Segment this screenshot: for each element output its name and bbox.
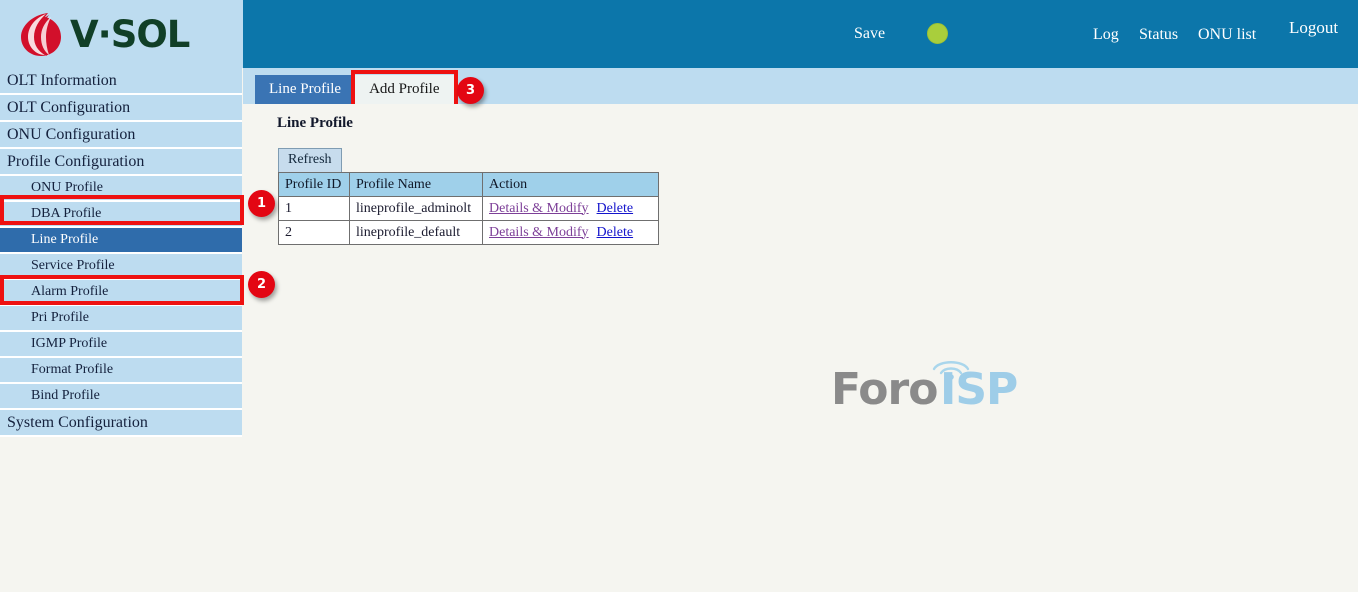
tab-list: Line Profile Add Profile <box>255 75 454 104</box>
annotation-badge-2: 2 <box>248 271 275 298</box>
onu-list-link[interactable]: ONU list <box>1198 26 1256 44</box>
sidebar-item-pri-profile[interactable]: Pri Profile <box>0 306 242 332</box>
cell-profile-name: lineprofile_adminolt <box>350 197 483 221</box>
page-title: Line Profile <box>277 115 353 132</box>
sidebar-item-onu-profile[interactable]: ONU Profile <box>0 176 242 202</box>
content-panel: Line Profile Refresh Profile ID Profile … <box>243 104 1358 592</box>
sidebar-item-line-profile[interactable]: Line Profile <box>0 228 242 254</box>
sidebar-item-bind-profile[interactable]: Bind Profile <box>0 384 242 410</box>
details-modify-link[interactable]: Details & Modify <box>489 201 589 216</box>
refresh-button[interactable]: Refresh <box>278 148 342 172</box>
cell-action: Details & Modify Delete <box>483 197 659 221</box>
line-profile-table: Profile ID Profile Name Action 1 linepro… <box>278 172 659 245</box>
cell-profile-name: lineprofile_default <box>350 221 483 245</box>
tab-add-profile-wrapper: Add Profile <box>355 75 453 104</box>
sidebar-item-system-configuration[interactable]: System Configuration <box>0 410 242 437</box>
sidebar-item-format-profile[interactable]: Format Profile <box>0 358 242 384</box>
sidebar-item-service-profile[interactable]: Service Profile <box>0 254 242 280</box>
table-header-row: Profile ID Profile Name Action <box>279 173 659 197</box>
annotation-badge-3: 3 <box>457 77 484 104</box>
sidebar-item-igmp-profile[interactable]: IGMP Profile <box>0 332 242 358</box>
column-header-action: Action <box>483 173 659 197</box>
sidebar-item-olt-information[interactable]: OLT Information <box>0 68 242 95</box>
status-link[interactable]: Status <box>1139 26 1178 44</box>
sidebar-item-onu-configuration[interactable]: ONU Configuration <box>0 122 242 149</box>
annotation-badge-1: 1 <box>248 190 275 217</box>
logout-link[interactable]: Logout <box>1289 18 1338 38</box>
logo-text: V·SOL <box>70 16 189 53</box>
table-row: 1 lineprofile_adminolt Details & ModifyD… <box>279 197 659 221</box>
app-header: V·SOL Save Log Status ONU list Logout <box>0 0 1358 68</box>
delete-link[interactable]: Delete <box>597 201 634 216</box>
watermark-text-isp: ISP <box>940 366 1017 414</box>
header-bar: Save Log Status ONU list Logout <box>243 0 1358 68</box>
watermark-text-foro: Foro <box>831 366 937 414</box>
antenna-tower-icon <box>927 352 975 391</box>
sidebar-item-olt-configuration[interactable]: OLT Configuration <box>0 95 242 122</box>
foroisp-watermark: Foro ISP <box>831 366 1031 426</box>
column-header-profile-name: Profile Name <box>350 173 483 197</box>
vsol-flame-mark-icon <box>18 9 64 59</box>
cell-action: Details & Modify Delete <box>483 221 659 245</box>
sidebar-nav: OLT Information OLT Configuration ONU Co… <box>0 68 243 592</box>
save-button[interactable]: Save <box>854 25 885 43</box>
delete-link[interactable]: Delete <box>597 225 634 240</box>
tab-strip: Line Profile Add Profile <box>243 68 1358 104</box>
table-body: 1 lineprofile_adminolt Details & ModifyD… <box>279 197 659 245</box>
status-dot-icon <box>927 23 948 44</box>
sidebar-item-dba-profile[interactable]: DBA Profile <box>0 202 242 228</box>
tab-add-profile[interactable]: Add Profile <box>355 75 453 104</box>
sidebar-item-alarm-profile[interactable]: Alarm Profile <box>0 280 242 306</box>
table-row: 2 lineprofile_default Details & ModifyDe… <box>279 221 659 245</box>
details-modify-link[interactable]: Details & Modify <box>489 225 589 240</box>
cell-profile-id: 2 <box>279 221 350 245</box>
sidebar-item-profile-configuration[interactable]: Profile Configuration <box>0 149 242 176</box>
cell-profile-id: 1 <box>279 197 350 221</box>
column-header-profile-id: Profile ID <box>279 173 350 197</box>
logo-panel: V·SOL <box>0 0 243 68</box>
tab-line-profile[interactable]: Line Profile <box>255 75 355 104</box>
table-head: Profile ID Profile Name Action <box>279 173 659 197</box>
log-link[interactable]: Log <box>1093 26 1119 44</box>
